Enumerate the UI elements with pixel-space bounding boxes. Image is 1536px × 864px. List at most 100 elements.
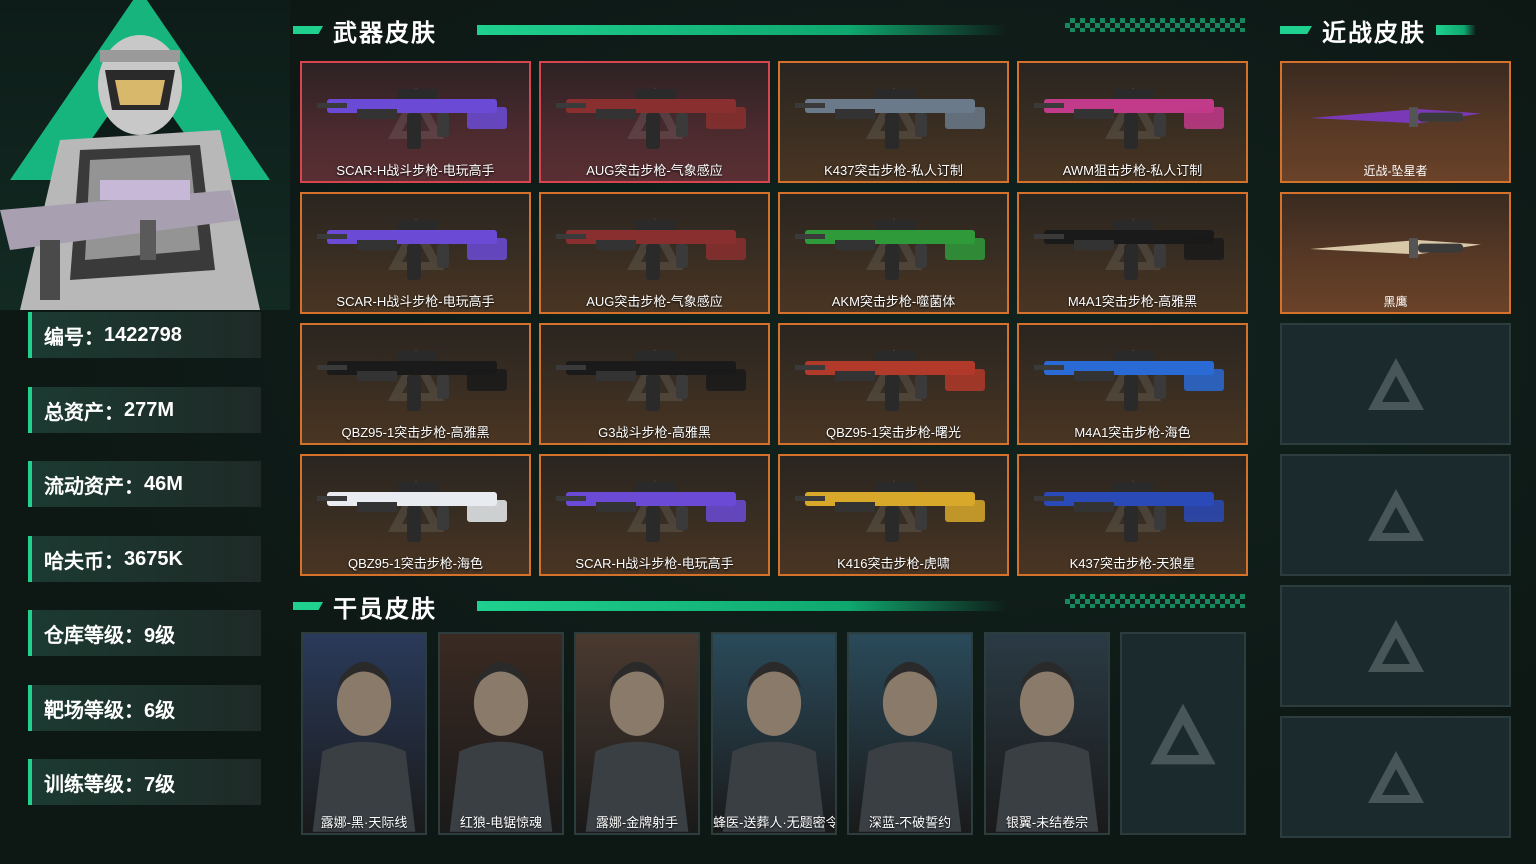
weapon-skin-name: QBZ95-1突击步枪-高雅黑 <box>341 425 490 440</box>
stat-label: 哈夫币： <box>44 550 124 573</box>
weapon-skin-card[interactable]: K437突击步枪-私人订制 <box>778 61 1009 183</box>
weapon-image <box>1034 89 1224 149</box>
weapon-skin-card[interactable]: SCAR-H战斗步枪-电玩高手 <box>539 454 770 576</box>
weapon-skin-name: QBZ95-1突击步枪-海色 <box>347 556 484 571</box>
stat-value: 6级 <box>144 699 176 722</box>
stat-total-assets: 总资产： 277M <box>28 387 261 433</box>
weapon-image <box>556 351 746 411</box>
weapon-image <box>556 482 746 542</box>
watermark-logo-icon <box>1367 358 1424 410</box>
weapon-skin-name: AKM突击步枪-噬菌体 <box>831 294 956 309</box>
weapon-skin-name: QBZ95-1突击步枪-曙光 <box>825 425 962 440</box>
operator-skin-name: 蜂医-送葬人·无题密令 <box>713 815 835 830</box>
weapon-skin-card[interactable]: QBZ95-1突击步枪-曙光 <box>778 323 1009 445</box>
operator-portrait-image <box>449 661 553 832</box>
stat-coins: 哈夫币： 3675K <box>28 536 261 582</box>
weapon-skin-name: K416突击步枪-虎啸 <box>837 556 950 571</box>
stat-value: 1422798 <box>104 323 182 346</box>
melee-skin-name: 近战-坠星者 <box>1363 164 1428 178</box>
weapon-skin-card[interactable]: AKM突击步枪-噬菌体 <box>778 192 1009 314</box>
weapon-skin-name: AWM狙击步枪-私人订制 <box>1062 163 1203 178</box>
empty-operator-slot[interactable] <box>1120 632 1246 835</box>
weapon-skin-name: SCAR-H战斗步枪-电玩高手 <box>575 556 734 571</box>
operator-skin-name: 深蓝-不破誓约 <box>868 815 952 830</box>
operator-skin-card[interactable]: 蜂医-送葬人·无题密令 <box>711 632 837 835</box>
weapon-image <box>317 89 507 149</box>
knife-image <box>1310 107 1481 127</box>
weapon-skin-name: G3战斗步枪-高雅黑 <box>598 425 711 440</box>
empty-melee-slot[interactable] <box>1280 585 1511 707</box>
weapon-skin-card[interactable]: QBZ95-1突击步枪-高雅黑 <box>300 323 531 445</box>
weapon-image <box>1034 482 1224 542</box>
section-title: 武器皮肤 <box>333 19 437 47</box>
operator-portrait-image <box>722 661 826 832</box>
weapon-skin-card[interactable]: SCAR-H战斗步枪-电玩高手 <box>300 61 531 183</box>
stat-label: 靶场等级： <box>44 699 144 722</box>
operator-skin-name: 红狼-电锯惊魂 <box>459 815 543 830</box>
stat-label: 仓库等级： <box>44 624 144 647</box>
stat-liquid-assets: 流动资产： 46M <box>28 461 261 507</box>
weapon-image <box>317 351 507 411</box>
weapon-skin-name: SCAR-H战斗步枪-电玩高手 <box>336 163 495 178</box>
knife-image <box>1310 238 1481 258</box>
watermark-logo-icon <box>1150 703 1216 764</box>
operator-figure-image <box>0 35 260 310</box>
operator-portrait-image <box>312 661 416 832</box>
operator-skin-name: 露娜-黑·天际线 <box>320 815 408 830</box>
stat-label: 总资产： <box>44 401 124 424</box>
weapon-skin-card[interactable]: AUG突击步枪-气象感应 <box>539 192 770 314</box>
operator-portrait-image <box>858 661 962 832</box>
weapon-skin-card[interactable]: G3战斗步枪-高雅黑 <box>539 323 770 445</box>
weapon-image <box>556 220 746 280</box>
operator-skin-card[interactable]: 银翼-未结卷宗 <box>984 632 1110 835</box>
melee-skin-card[interactable]: 近战-坠星者 <box>1280 61 1511 183</box>
weapon-skin-name: AUG突击步枪-气象感应 <box>586 163 723 178</box>
stat-value: 277M <box>124 398 175 421</box>
weapon-image <box>317 220 507 280</box>
stat-id: 编号： 1422798 <box>28 312 261 358</box>
weapon-skin-card[interactable]: M4A1突击步枪-高雅黑 <box>1017 192 1248 314</box>
operator-skin-name: 露娜-金牌射手 <box>595 815 679 830</box>
stat-label: 编号： <box>44 326 104 349</box>
weapon-image <box>1034 351 1224 411</box>
weapon-image <box>795 220 985 280</box>
empty-melee-slot[interactable] <box>1280 323 1511 445</box>
watermark-logo-icon <box>1367 751 1424 803</box>
operator-skin-name: 银翼-未结卷宗 <box>1005 815 1089 830</box>
weapon-skin-name: M4A1突击步枪-海色 <box>1074 425 1191 440</box>
weapon-skin-name: K437突击步枪-私人订制 <box>824 163 963 178</box>
operator-skin-card[interactable]: 露娜-黑·天际线 <box>301 632 427 835</box>
empty-melee-slot[interactable] <box>1280 454 1511 576</box>
player-panel: 编号： 1422798 总资产： 277M 流动资产： 46M 哈夫币： 3675K 仓… <box>0 0 290 864</box>
weapon-image <box>556 89 746 149</box>
weapon-image <box>795 89 985 149</box>
stat-warehouse-level: 仓库等级： 9级 <box>28 610 261 656</box>
weapon-skin-card[interactable]: K416突击步枪-虎啸 <box>778 454 1009 576</box>
operator-skin-card[interactable]: 深蓝-不破誓约 <box>847 632 973 835</box>
weapon-skin-name: AUG突击步枪-气象感应 <box>586 294 723 309</box>
operator-skin-card[interactable]: 露娜-金牌射手 <box>574 632 700 835</box>
weapon-skin-card[interactable]: SCAR-H战斗步枪-电玩高手 <box>300 192 531 314</box>
weapon-image <box>317 482 507 542</box>
weapon-skin-card[interactable]: QBZ95-1突击步枪-海色 <box>300 454 531 576</box>
weapon-skin-card[interactable]: K437突击步枪-天狼星 <box>1017 454 1248 576</box>
weapon-skin-name: K437突击步枪-天狼星 <box>1069 556 1196 571</box>
operator-portrait-image <box>585 661 689 832</box>
stat-range-level: 靶场等级： 6级 <box>28 685 261 731</box>
hero-portrait <box>0 0 290 310</box>
operator-portrait-image <box>995 661 1099 832</box>
empty-melee-slot[interactable] <box>1280 716 1511 838</box>
weapon-skin-name: M4A1突击步枪-高雅黑 <box>1067 294 1198 309</box>
weapon-skin-card[interactable]: AWM狙击步枪-私人订制 <box>1017 61 1248 183</box>
operator-skin-card[interactable]: 红狼-电锯惊魂 <box>438 632 564 835</box>
stat-label: 训练等级： <box>44 773 144 796</box>
melee-skin-card[interactable]: 黑鹰 <box>1280 192 1511 314</box>
stat-value: 7级 <box>144 773 176 796</box>
stat-value: 9级 <box>144 624 176 647</box>
weapon-image <box>795 351 985 411</box>
weapon-skin-card[interactable]: AUG突击步枪-气象感应 <box>539 61 770 183</box>
weapon-image <box>795 482 985 542</box>
weapon-skin-card[interactable]: M4A1突击步枪-海色 <box>1017 323 1248 445</box>
watermark-logo-icon <box>1367 489 1424 541</box>
melee-skin-name: 黑鹰 <box>1383 295 1408 309</box>
